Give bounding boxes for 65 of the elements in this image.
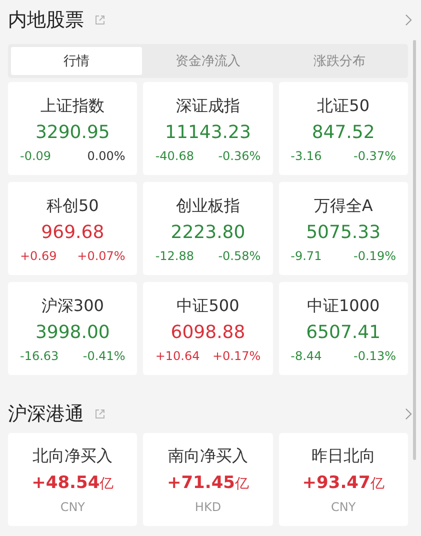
flow-card[interactable]: 南向净买入 +71.45亿 HKD — [143, 433, 273, 526]
index-name: 创业板指 — [176, 194, 240, 216]
flow-amount: +93.47亿 — [302, 472, 384, 495]
section-title: 沪深港通 — [8, 402, 84, 427]
change-percent: +0.17% — [212, 348, 261, 362]
currency-label: CNY — [60, 500, 85, 514]
tab[interactable]: 行情 — [11, 47, 142, 75]
index-value: 6507.41 — [306, 320, 381, 344]
index-card[interactable]: 上证指数 3290.95 -0.09 0.00% — [8, 82, 138, 175]
change-value: +0.69 — [20, 248, 57, 262]
change-percent: +0.07% — [77, 248, 126, 262]
change-value: -8.44 — [290, 348, 322, 362]
index-card[interactable]: 中证1000 6507.41 -8.44 -0.13% — [278, 282, 408, 375]
chevron-right-icon[interactable] — [405, 408, 412, 420]
scrollbar[interactable] — [413, 40, 416, 460]
change-value: -3.16 — [290, 148, 322, 162]
index-card[interactable]: 创业板指 2223.80 -12.88 -0.58% — [143, 182, 273, 275]
currency-label: CNY — [330, 500, 356, 514]
index-value: 3290.95 — [35, 120, 110, 144]
index-name: 中证1000 — [306, 294, 380, 316]
index-card[interactable]: 中证500 6098.88 +10.64 +0.17% — [143, 282, 273, 375]
index-name: 万得全A — [314, 194, 373, 216]
currency-label: HKD — [194, 500, 222, 514]
index-name: 深证成指 — [176, 94, 240, 116]
index-value: 5075.33 — [306, 220, 381, 244]
flow-name: 北向净买入 — [32, 445, 113, 467]
change-value: +10.64 — [155, 348, 200, 362]
change-percent: -0.13% — [354, 348, 396, 362]
change-value: -9.71 — [290, 248, 322, 262]
chevron-right-icon[interactable] — [405, 14, 412, 26]
index-name: 科创50 — [46, 194, 99, 216]
index-card[interactable]: 深证成指 11143.23 -40.68 -0.36% — [143, 82, 273, 175]
change-value: -16.63 — [20, 348, 59, 362]
flow-amount: +71.45亿 — [166, 472, 249, 495]
index-name: 沪深300 — [41, 294, 104, 316]
section-title: 内地股票 — [8, 8, 84, 33]
index-name: 上证指数 — [40, 94, 105, 116]
index-card[interactable]: 万得全A 5075.33 -9.71 -0.19% — [278, 182, 408, 275]
index-card[interactable]: 科创50 969.68 +0.69 +0.07% — [8, 182, 138, 275]
flow-card[interactable]: 昨日北向 +93.47亿 CNY — [278, 433, 408, 526]
flow-amount: +48.54亿 — [32, 472, 114, 495]
index-card[interactable]: 北证50 847.52 -3.16 -0.37% — [278, 82, 408, 175]
flow-name: 南向净买入 — [168, 445, 248, 467]
index-value: 2223.80 — [170, 220, 246, 244]
index-value: 969.68 — [41, 220, 104, 244]
index-value: 11143.23 — [165, 120, 251, 144]
index-card[interactable]: 沪深300 3998.00 -16.63 -0.41% — [8, 282, 138, 375]
index-value: 3998.00 — [35, 320, 110, 344]
change-percent: -0.19% — [354, 248, 396, 262]
change-percent: -0.36% — [218, 148, 261, 162]
change-value: -0.09 — [20, 148, 52, 162]
share-icon[interactable] — [94, 408, 106, 420]
index-value: 847.52 — [312, 120, 375, 144]
change-percent: 0.00% — [87, 148, 126, 162]
change-value: -12.88 — [155, 248, 194, 262]
change-percent: -0.41% — [82, 348, 126, 362]
index-name: 北证50 — [317, 94, 370, 116]
change-percent: -0.37% — [354, 148, 396, 162]
flow-name: 昨日北向 — [311, 445, 376, 467]
change-percent: -0.58% — [218, 248, 261, 262]
flow-card[interactable]: 北向净买入 +48.54亿 CNY — [8, 433, 138, 526]
share-icon[interactable] — [94, 14, 106, 26]
index-value: 6098.88 — [170, 320, 246, 344]
index-name: 中证500 — [176, 294, 240, 316]
change-value: -40.68 — [155, 148, 194, 162]
